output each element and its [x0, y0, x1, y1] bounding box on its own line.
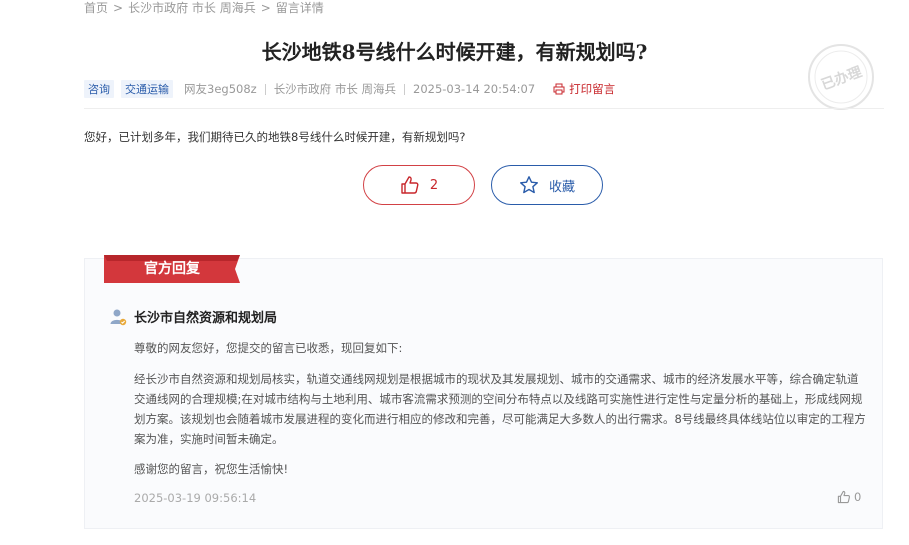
divider	[264, 83, 266, 95]
favorite-button[interactable]: 收藏	[491, 165, 603, 205]
reply-like-button[interactable]: 0	[837, 490, 861, 504]
favorite-label: 收藏	[548, 179, 575, 195]
tag-category[interactable]: 咨询	[84, 80, 114, 98]
processed-stamp: 已办理	[808, 44, 874, 110]
breadcrumb: 首页 > 长沙市政府 市长 周海兵 > 留言详情	[84, 0, 324, 16]
reply-body-line: 交通线网的合理规模;在对城市结构与土地利用、城市客流需求预测的空间分布特点以及线…	[134, 392, 863, 406]
thumbs-up-icon	[401, 176, 419, 194]
message-meta: 咨询 交通运输 网友3eg508z 长沙市政府 市长 周海兵 2025-03-1…	[84, 80, 615, 98]
reply-greeting: 尊敬的网友您好，您提交的留言已收悉，现回复如下:	[134, 341, 403, 355]
author-name: 网友3eg508z	[184, 82, 257, 96]
reply-body: 经长沙市自然资源和规划局核实，轨道交通线网规划是根据城市的现状及其发展规划、城市…	[134, 369, 869, 449]
like-button[interactable]: 2	[363, 165, 475, 205]
breadcrumb-current: 留言详情	[275, 1, 324, 15]
reply-date: 2025-03-19 09:56:14	[134, 491, 257, 505]
breadcrumb-separator: >	[113, 1, 124, 15]
reply-like-count: 0	[854, 490, 862, 504]
recipient-name: 长沙市政府 市长 周海兵	[273, 82, 396, 96]
print-label: 打印留言	[569, 82, 616, 96]
official-reply-title: 官方回复	[144, 261, 200, 277]
thumbs-up-icon	[837, 490, 850, 504]
reply-thanks: 感谢您的留言，祝您生活愉快!	[134, 462, 289, 476]
reply-body-line: 经长沙市自然资源和规划局核实，轨道交通线网规划是根据城市的现状及其发展规划、城市…	[134, 372, 859, 386]
stamp-text: 已办理	[819, 63, 864, 93]
printer-icon	[553, 83, 565, 95]
print-button[interactable]: 打印留言	[553, 81, 615, 97]
breadcrumb-home-link[interactable]: 首页	[84, 1, 108, 15]
breadcrumb-recipient-link[interactable]: 长沙市政府 市长 周海兵	[128, 1, 256, 15]
divider	[404, 83, 405, 95]
department-name: 长沙市自然资源和规划局	[134, 311, 278, 326]
like-count: 2	[429, 177, 439, 193]
page-title: 长沙地铁8号线什么时候开建，有新规划吗?	[261, 40, 648, 64]
user-icon	[110, 309, 127, 325]
post-datetime: 2025-03-14 20:54:07	[413, 82, 536, 96]
star-icon	[519, 176, 538, 194]
reply-department: 长沙市自然资源和规划局	[109, 307, 277, 326]
breadcrumb-separator: >	[260, 1, 271, 15]
reply-body-line: 案为准，实施时间暂未确定。	[134, 432, 284, 446]
official-reply-banner: 官方回复	[104, 255, 240, 285]
question-content: 您好，已计划多年，我们期待已久的地铁8号线什么时候开建，有新规划吗?	[84, 130, 466, 144]
reply-body-line: 划方案。该规划也会随着城市发展进程的变化而进行相应的修改和完善，尽可能满足大多数…	[134, 412, 866, 426]
official-reply-panel: 官方回复 长沙市自然资源和规划局 尊敬的网友您好，您提交的留言已收悉，现回复如下…	[84, 255, 883, 529]
divider	[84, 108, 884, 109]
tag-topic[interactable]: 交通运输	[121, 80, 173, 98]
